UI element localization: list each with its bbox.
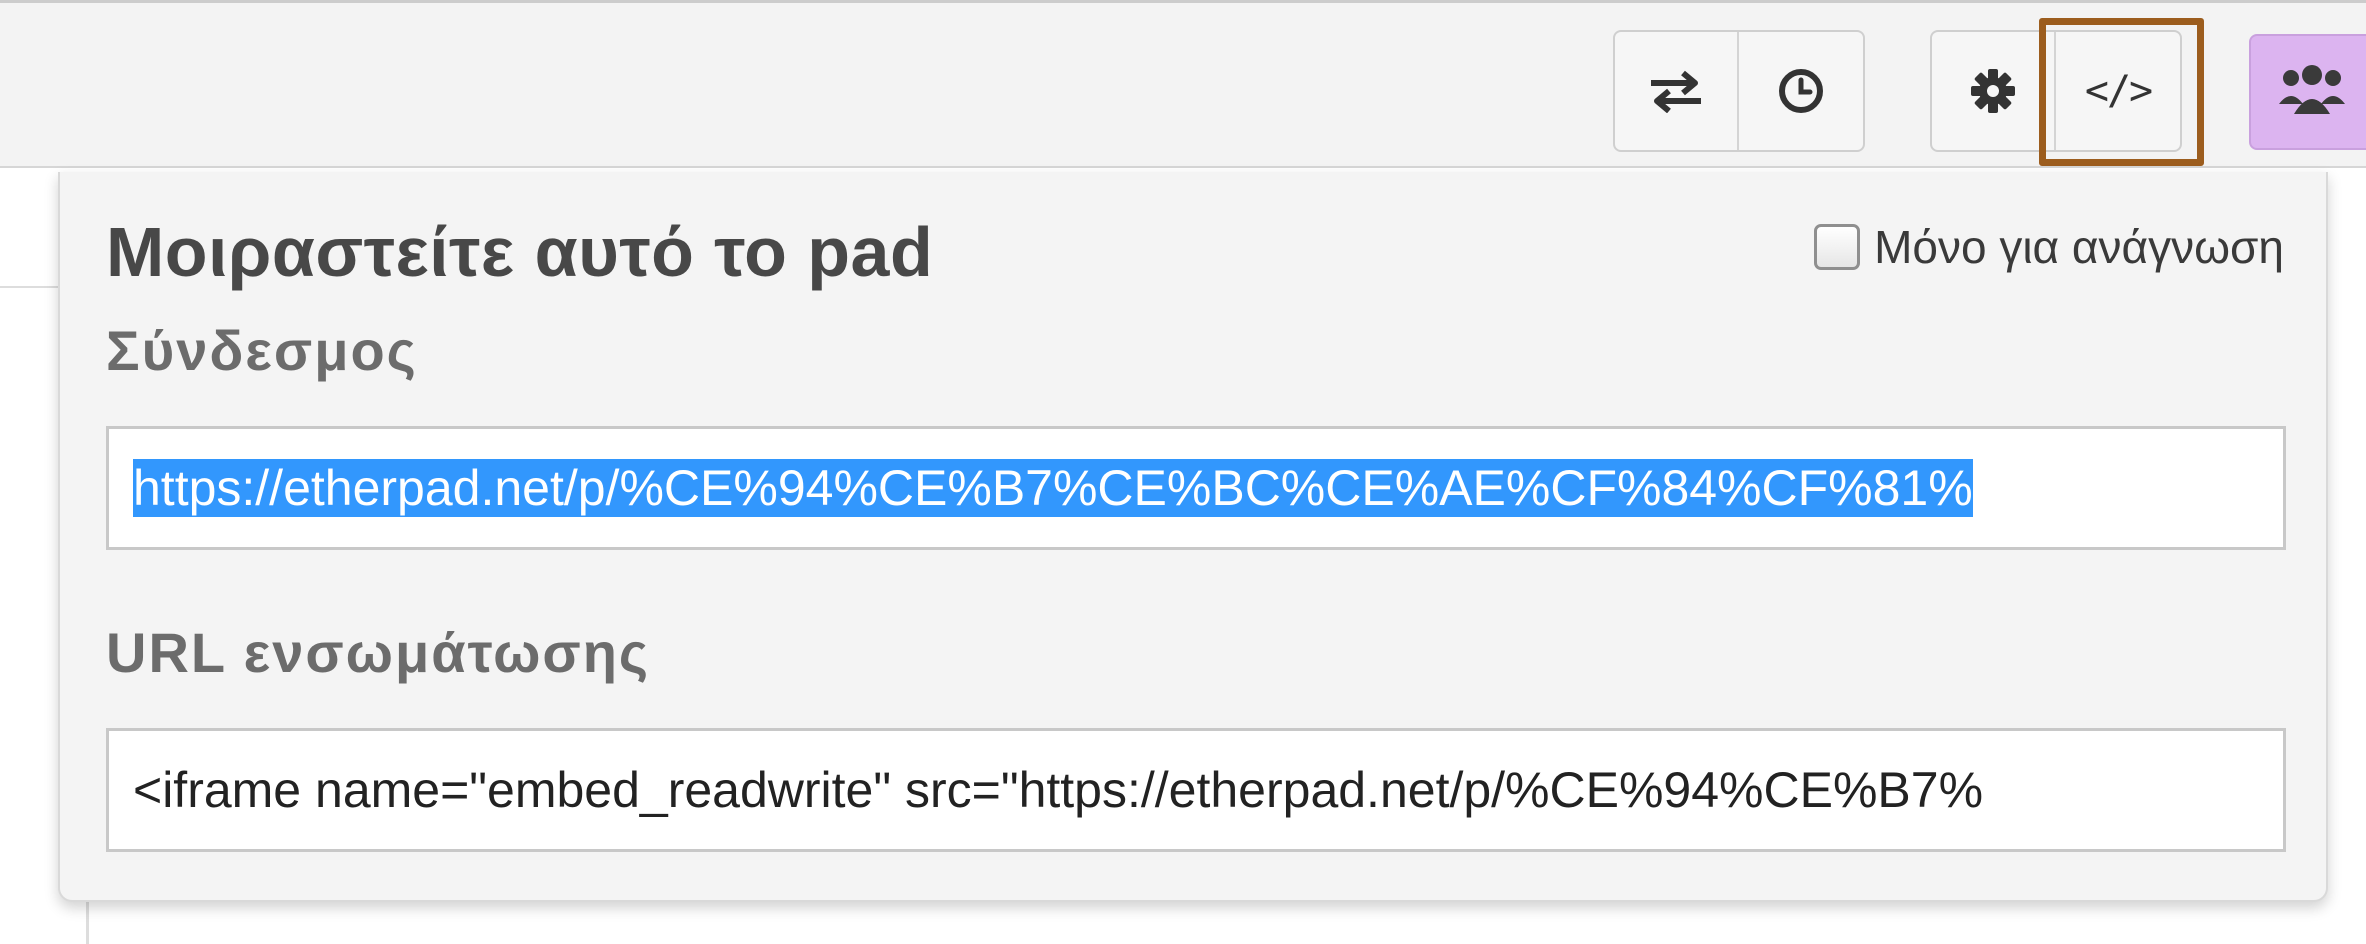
embed-button[interactable]: </> [2056,32,2180,150]
users-button[interactable] [2249,34,2366,150]
link-url-text: https://etherpad.net/p/%CE%94%CE%B7%CE%B… [133,459,1973,517]
readonly-checkbox[interactable] [1814,224,1861,270]
clock-icon [1779,69,1823,113]
link-field[interactable]: https://etherpad.net/p/%CE%94%CE%B7%CE%B… [106,426,2286,550]
import-export-icon [1651,70,1701,113]
toolbar-group-settings: </> [1930,30,2182,152]
timeslider-button[interactable] [1739,32,1863,150]
gear-icon [1971,69,2015,113]
toolbar-group-history [1613,30,1865,152]
etherpad-window: </> Μοιραστείτε αυτό το pad Μόνο για ανά… [0,0,2366,944]
readonly-label: Μόνο για ανάγνωση [1874,221,2284,273]
import-export-button[interactable] [1615,32,1739,150]
popup-title: Μοιραστείτε αυτό το pad [106,213,934,291]
embed-url-field[interactable]: <iframe name="embed_readwrite" src="http… [106,728,2286,852]
code-icon: </> [2084,68,2153,114]
page-margin [0,168,62,288]
link-label: Σύνδεσμος [106,319,418,382]
toolbar: </> [0,0,2366,168]
settings-button[interactable] [1932,32,2056,150]
users-icon [2279,65,2345,114]
embed-url-label: URL ενσωμάτωσης [106,621,651,684]
embed-code-text: <iframe name="embed_readwrite" src="http… [133,762,1984,818]
share-popup: Μοιραστείτε αυτό το pad Μόνο για ανάγνωσ… [58,172,2328,902]
readonly-option[interactable]: Μόνο για ανάγνωση [1814,220,2284,274]
